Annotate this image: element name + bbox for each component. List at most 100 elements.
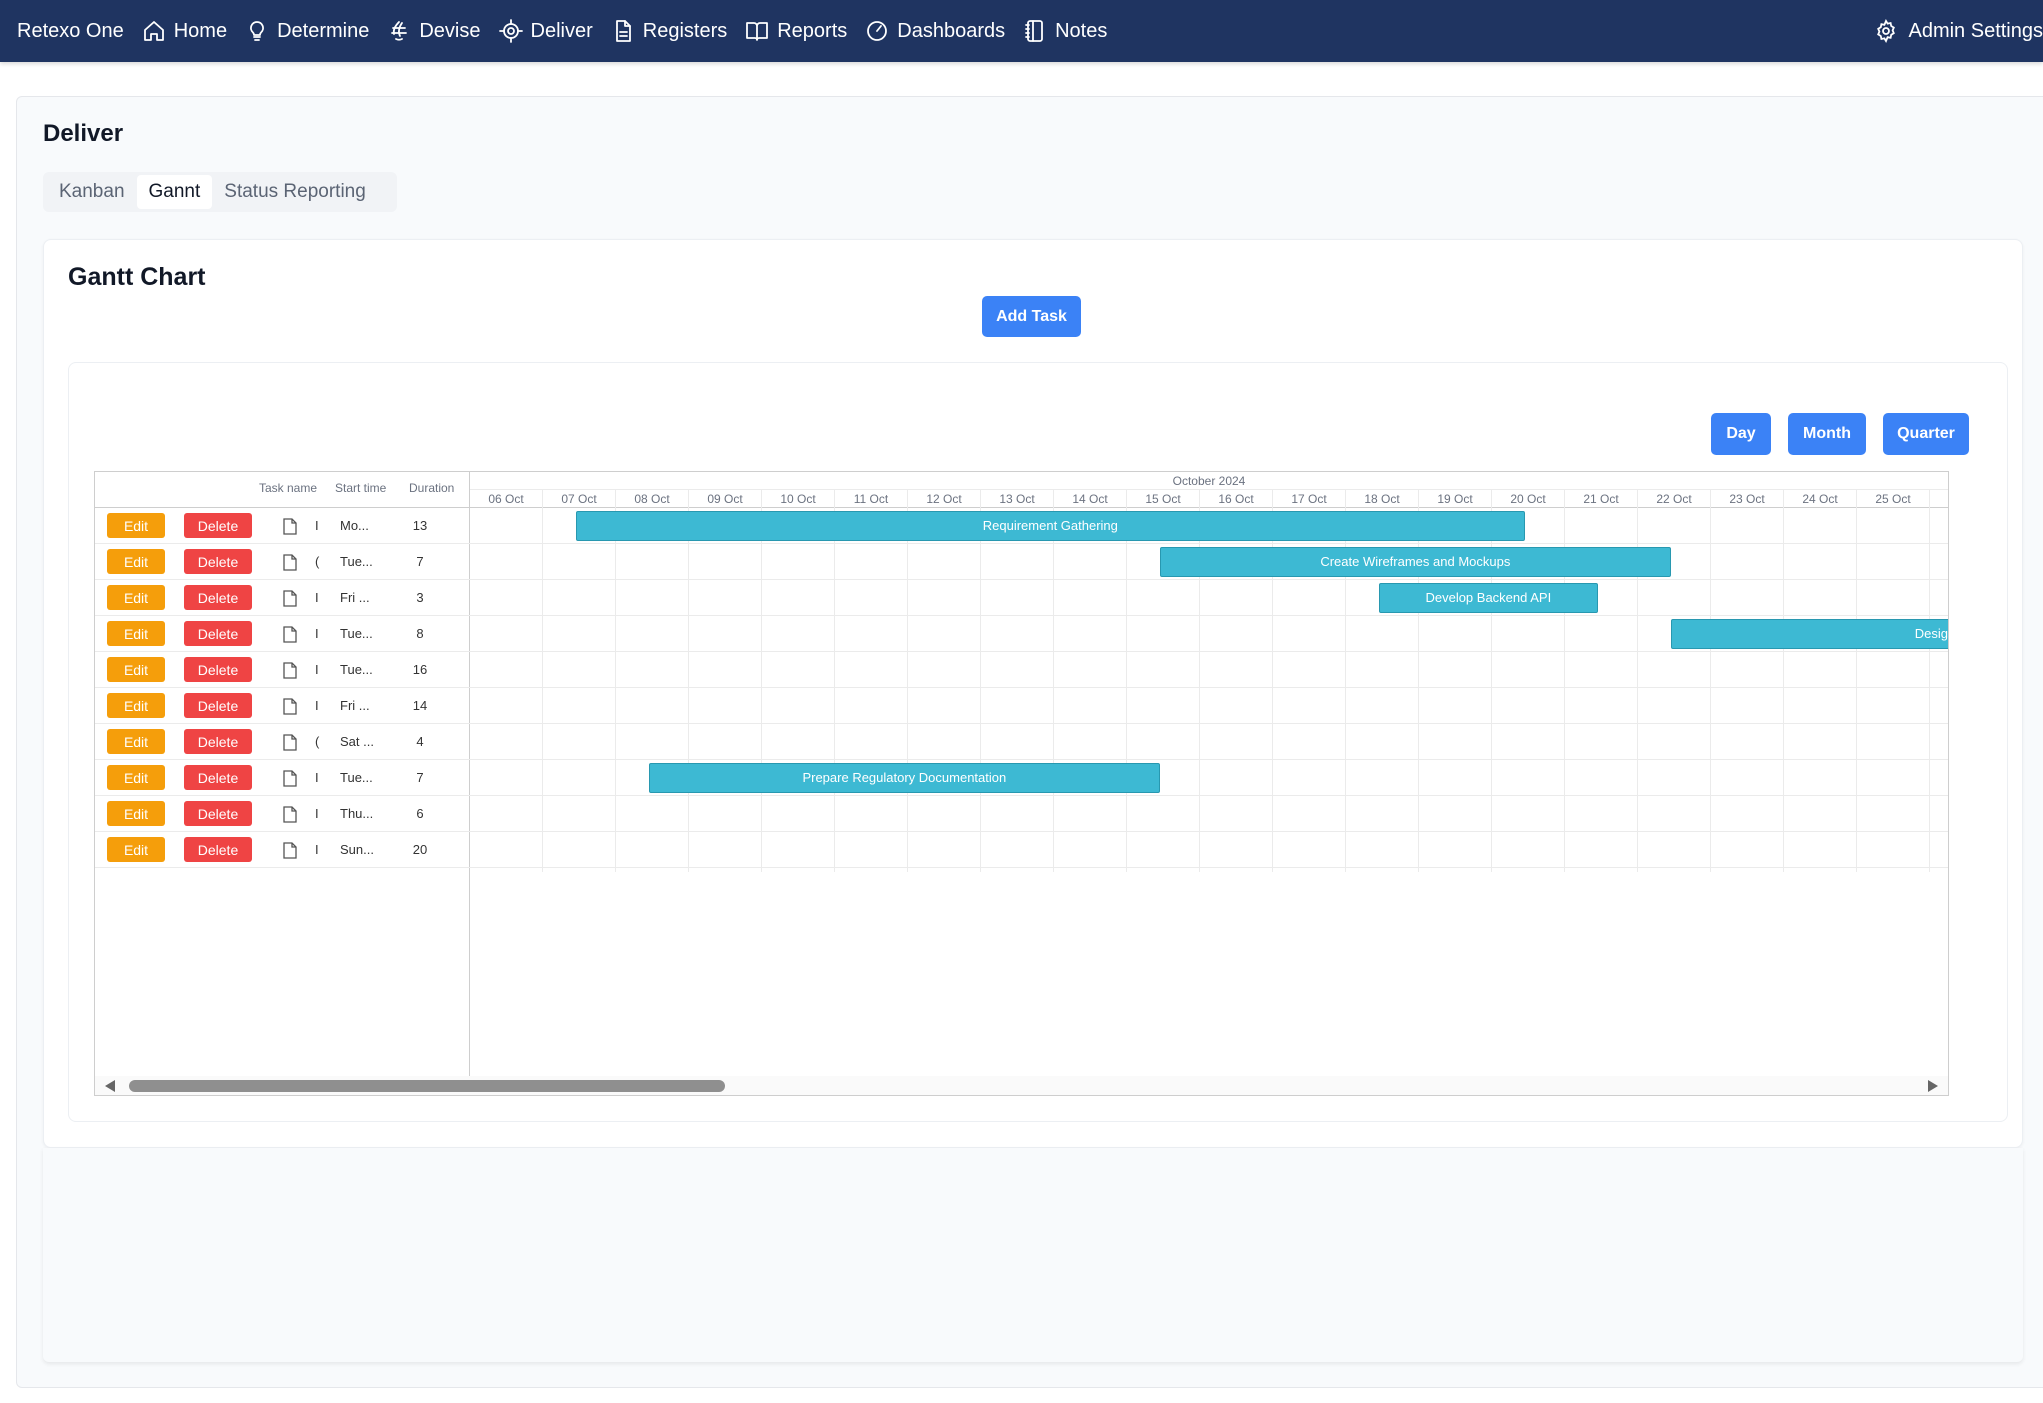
duration-cell: 7 bbox=[416, 770, 424, 785]
column-start-time[interactable]: Start time bbox=[335, 481, 386, 495]
task-row[interactable]: Edit Delete I Tue... 7 bbox=[95, 760, 470, 796]
scroll-right-arrow-icon[interactable] bbox=[1928, 1080, 1938, 1092]
edit-task-button[interactable]: Edit bbox=[107, 729, 165, 754]
nav-item-home[interactable]: Home bbox=[142, 19, 227, 43]
edit-task-button[interactable]: Edit bbox=[107, 657, 165, 682]
edit-task-button[interactable]: Edit bbox=[107, 621, 165, 646]
duration-cell: 20 bbox=[412, 842, 428, 857]
task-name-cell: I bbox=[315, 590, 319, 605]
delete-task-button[interactable]: Delete bbox=[184, 693, 252, 718]
horizontal-scrollbar[interactable] bbox=[95, 1076, 1948, 1095]
nav-label: Dashboards bbox=[897, 19, 1006, 42]
task-bar[interactable]: Requirement Gathering bbox=[575, 511, 1525, 541]
month-scale: October 2024 bbox=[470, 472, 1948, 490]
duration-cell: 16 bbox=[412, 662, 428, 677]
task-bar[interactable]: Create Wireframes and Mockups bbox=[1159, 547, 1671, 577]
delete-task-button[interactable]: Delete bbox=[184, 585, 252, 610]
grid-header: Task name Start time Duration bbox=[95, 472, 470, 508]
nav-item-deliver[interactable]: Deliver bbox=[498, 19, 593, 43]
edit-task-button[interactable]: Edit bbox=[107, 585, 165, 610]
task-row[interactable]: Edit Delete I Sun... 20 bbox=[95, 832, 470, 868]
delete-task-button[interactable]: Delete bbox=[184, 729, 252, 754]
task-row[interactable]: Edit Delete I Thu... 6 bbox=[95, 796, 470, 832]
delete-task-button[interactable]: Delete bbox=[184, 765, 252, 790]
task-row[interactable]: Edit Delete I Mo... 13 bbox=[95, 508, 470, 544]
row-line bbox=[470, 579, 1948, 580]
task-row[interactable]: Edit Delete (Tue... 7 bbox=[95, 544, 470, 580]
column-task-name[interactable]: Task name bbox=[259, 481, 317, 495]
delete-task-button[interactable]: Delete bbox=[184, 801, 252, 826]
tab-gannt[interactable]: Gannt bbox=[136, 175, 213, 209]
column-duration[interactable]: Duration bbox=[409, 481, 454, 495]
day-label: 21 Oct bbox=[1565, 490, 1638, 508]
nav-item-admin-settings[interactable]: Admin Settings bbox=[1874, 0, 2043, 62]
edit-task-button[interactable]: Edit bbox=[107, 549, 165, 574]
day-label: 14 Oct bbox=[1054, 490, 1127, 508]
day-label: 13 Oct bbox=[981, 490, 1054, 508]
delete-task-button[interactable]: Delete bbox=[184, 549, 252, 574]
gantt-chart: Task name Start time Duration Edit Delete… bbox=[94, 471, 1949, 1096]
scale-day-button[interactable]: Day bbox=[1711, 413, 1771, 455]
nav-item-registers[interactable]: Registers bbox=[611, 19, 727, 43]
tab-status-reporting[interactable]: Status Reporting bbox=[212, 175, 378, 209]
task-bar[interactable]: Design Frontend bbox=[1670, 619, 1948, 649]
admin-settings-label: Admin Settings bbox=[1908, 19, 2043, 42]
edit-task-button[interactable]: Edit bbox=[107, 693, 165, 718]
task-bar[interactable]: Prepare Regulatory Documentation bbox=[648, 763, 1160, 793]
delete-task-button[interactable]: Delete bbox=[184, 837, 252, 862]
day-label: 24 Oct bbox=[1784, 490, 1857, 508]
scale-month-button[interactable]: Month bbox=[1788, 413, 1866, 455]
grid-line bbox=[1710, 508, 1711, 872]
file-icon bbox=[283, 590, 297, 607]
notebook-icon bbox=[1025, 20, 1044, 42]
scale-quarter-button[interactable]: Quarter bbox=[1883, 413, 1969, 455]
delete-task-button[interactable]: Delete bbox=[184, 657, 252, 682]
task-name-cell: I bbox=[315, 806, 319, 821]
day-label: 25 Oct bbox=[1857, 490, 1930, 508]
nav-item-determine[interactable]: Determine bbox=[245, 19, 369, 43]
grid-line bbox=[1126, 508, 1127, 872]
edit-task-button[interactable]: Edit bbox=[107, 837, 165, 862]
nav-label: Notes bbox=[1055, 19, 1108, 42]
nav-item-devise[interactable]: Devise bbox=[387, 19, 481, 43]
gauge-icon bbox=[867, 21, 888, 41]
task-name-cell: I bbox=[315, 770, 319, 785]
file-icon bbox=[283, 734, 297, 751]
task-name-cell: I bbox=[315, 626, 319, 641]
nav-label: Registers bbox=[642, 19, 728, 42]
brand-name[interactable]: Retexo One bbox=[17, 20, 124, 43]
duration-cell: 7 bbox=[416, 554, 424, 569]
nav-item-dashboards[interactable]: Dashboards bbox=[865, 19, 1005, 43]
start-time-cell: Mo... bbox=[340, 518, 369, 533]
scrollbar-thumb[interactable] bbox=[129, 1080, 725, 1092]
edit-task-button[interactable]: Edit bbox=[107, 513, 165, 538]
task-row[interactable]: Edit Delete I Fri ... 3 bbox=[95, 580, 470, 616]
day-label: 22 Oct bbox=[1638, 490, 1711, 508]
start-time-cell: Tue... bbox=[340, 554, 373, 569]
task-bar[interactable]: Develop Backend API bbox=[1378, 583, 1598, 613]
task-row[interactable]: Edit Delete I Tue... 8 bbox=[95, 616, 470, 652]
delete-task-button[interactable]: Delete bbox=[184, 513, 252, 538]
task-row[interactable]: Edit Delete (Sat ... 4 bbox=[95, 724, 470, 760]
day-label: 20 Oct bbox=[1492, 490, 1565, 508]
edit-task-button[interactable]: Edit bbox=[107, 801, 165, 826]
tab-kanban[interactable]: Kanban bbox=[47, 175, 137, 209]
nav-label: Home bbox=[173, 19, 228, 42]
day-label: 09 Oct bbox=[689, 490, 762, 508]
delete-task-button[interactable]: Delete bbox=[184, 621, 252, 646]
nav-label: Deliver bbox=[530, 19, 593, 42]
task-name-cell: I bbox=[315, 518, 319, 533]
scroll-left-arrow-icon[interactable] bbox=[105, 1080, 115, 1092]
task-row[interactable]: Edit Delete I Fri ... 14 bbox=[95, 688, 470, 724]
grid-line bbox=[1856, 508, 1857, 872]
bottom-panel bbox=[43, 1148, 2023, 1362]
nav-item-notes[interactable]: Notes bbox=[1023, 19, 1107, 43]
task-row[interactable]: Edit Delete I Tue... 16 bbox=[95, 652, 470, 688]
start-time-cell: Tue... bbox=[340, 662, 373, 677]
row-line bbox=[470, 723, 1948, 724]
nav-item-reports[interactable]: Reports bbox=[745, 19, 847, 43]
row-line bbox=[470, 615, 1948, 616]
edit-task-button[interactable]: Edit bbox=[107, 765, 165, 790]
day-label: 15 Oct bbox=[1127, 490, 1200, 508]
add-task-button[interactable]: Add Task bbox=[982, 296, 1081, 337]
